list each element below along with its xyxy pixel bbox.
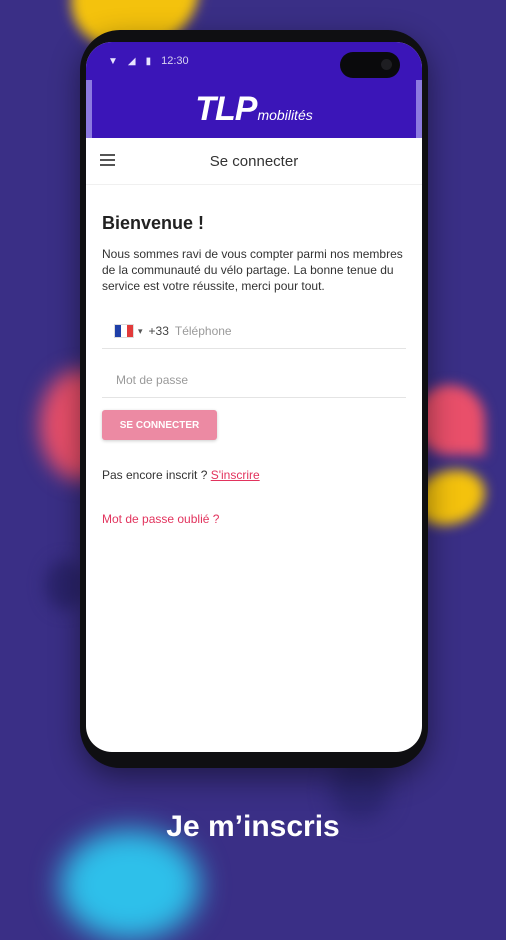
menu-icon[interactable]: [100, 154, 115, 166]
decor-dark-shape: [45, 560, 85, 610]
chevron-down-icon[interactable]: ▾: [138, 326, 143, 337]
welcome-heading: Bienvenue !: [102, 213, 205, 233]
welcome-text: Nous sommes ravi de vous compter parmi n…: [102, 247, 403, 293]
phone-input[interactable]: [172, 323, 347, 339]
logo-sub: mobilités: [257, 107, 313, 123]
login-content: Bienvenue ! Nous sommes ravi de vous com…: [86, 213, 422, 528]
password-field: [102, 363, 406, 398]
brand-header: TLP mobilités: [86, 80, 422, 138]
forgot-password-link[interactable]: Mot de passe oublié ?: [102, 512, 219, 526]
phone-field: ▾ +33: [102, 314, 406, 349]
promo-caption: Je m’inscris: [166, 810, 340, 843]
page-title: Se connecter: [209, 152, 299, 170]
logo-main: TLP: [195, 89, 257, 128]
password-input[interactable]: [114, 372, 378, 388]
app-screen: ▼ ◢ ▮ 12:30 TLP mobilités Se connecter B…: [86, 42, 422, 752]
login-button[interactable]: SE CONNECTER: [102, 410, 217, 440]
register-prompt: Pas encore inscrit ?: [102, 468, 211, 482]
wifi-icon: ▼: [108, 55, 118, 67]
battery-icon: ▮: [145, 55, 152, 67]
register-line: Pas encore inscrit ? S'inscrire: [102, 468, 406, 482]
camera-cutout: [340, 52, 400, 78]
status-time: 12:30: [161, 55, 189, 67]
france-flag-icon[interactable]: [114, 324, 134, 338]
app-bar: Se connecter: [86, 138, 422, 185]
decor-blue-shape: [60, 830, 200, 940]
country-code: +33: [148, 324, 169, 338]
register-link[interactable]: S'inscrire: [211, 468, 260, 482]
signal-icon: ◢: [127, 55, 136, 67]
